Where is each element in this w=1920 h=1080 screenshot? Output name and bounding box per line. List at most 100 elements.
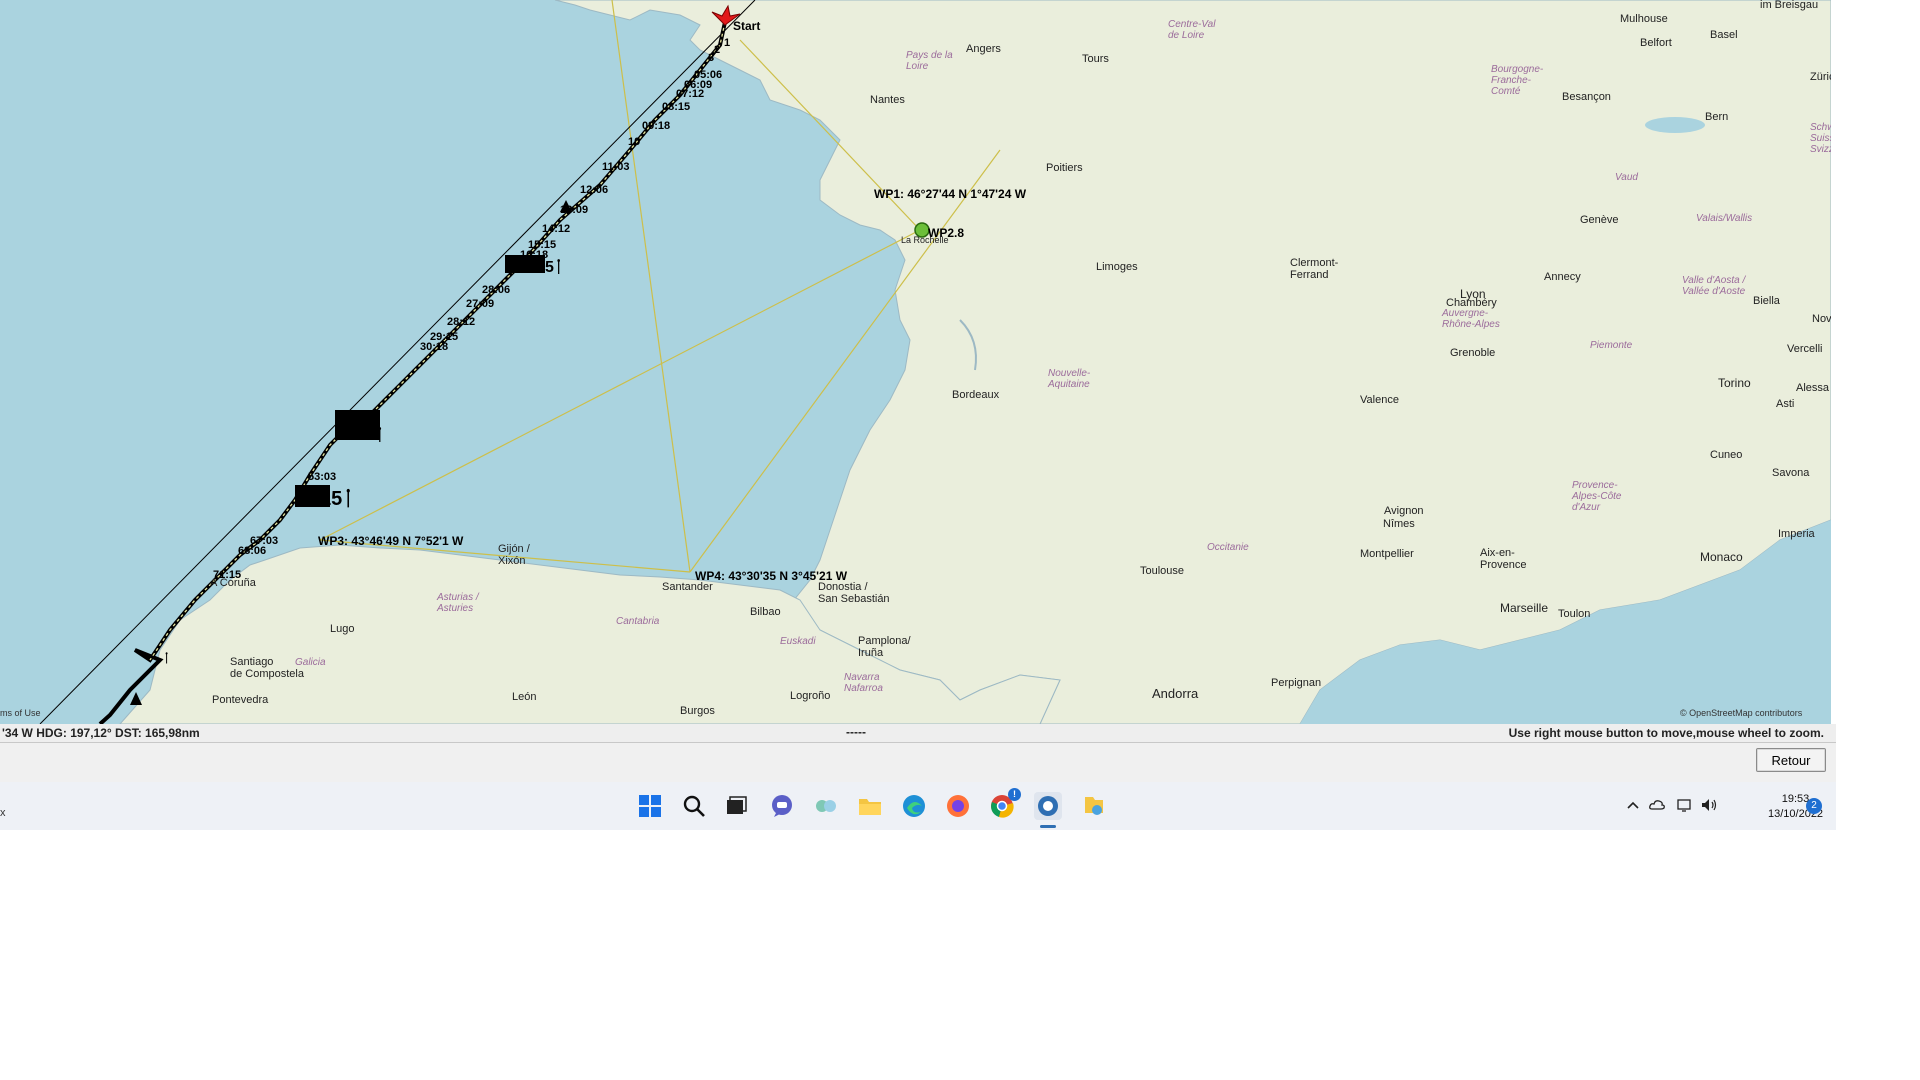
city-label: Limoges — [1096, 261, 1138, 273]
city-label: Alessa — [1796, 382, 1830, 394]
status-bar: '34 W HDG: 197,12° DST: 165,98nm ----- U… — [0, 724, 1836, 742]
start-icon[interactable] — [636, 792, 664, 820]
app-button-bar: Retour — [0, 742, 1836, 783]
city-label: Marseille — [1500, 601, 1548, 615]
city-label: Mulhouse — [1620, 13, 1668, 25]
region-label: Cantabria — [616, 616, 660, 627]
chevron-up-icon[interactable] — [1624, 796, 1642, 814]
city-label: Belfort — [1640, 37, 1672, 49]
city-label: Avignon — [1384, 505, 1424, 517]
route-time-label: 12:06 — [580, 184, 608, 196]
city-label: Annecy — [1544, 271, 1581, 283]
city-label: Biella — [1753, 295, 1781, 307]
city-label: Savona — [1772, 467, 1810, 479]
city-label: Bern — [1705, 111, 1728, 123]
city-label: Cuneo — [1710, 449, 1742, 461]
weather-app-icon[interactable] — [1080, 792, 1108, 820]
city-label: León — [512, 691, 536, 703]
route-time-label: 1 — [724, 37, 730, 49]
wp3-label: WP3: 43°46'49 N 7°52'1 W — [318, 534, 464, 548]
city-label: Andorra — [1152, 686, 1199, 701]
route-time-label: 08:15 — [662, 101, 690, 113]
region-label: Navarra Nafarroa — [844, 672, 883, 694]
city-label: Torino — [1718, 376, 1751, 390]
search-icon[interactable] — [680, 792, 708, 820]
map-usage-hint: Use right mouse button to move,mouse whe… — [1508, 726, 1824, 740]
city-label: La Rochelle — [901, 235, 949, 245]
city-label: Toulouse — [1140, 565, 1184, 577]
notification-count-badge[interactable]: 2 — [1806, 798, 1822, 814]
city-label: Perpignan — [1271, 677, 1321, 689]
route-time-label: 09:18 — [642, 120, 670, 132]
region-label: Piemonte — [1590, 340, 1633, 351]
route-time-label: 2 — [714, 44, 720, 56]
region-label: SchweiSuisse/SviSvizz — [1810, 122, 1831, 155]
active-app-indicator — [1040, 825, 1056, 828]
route-time-label: 28:12 — [447, 316, 475, 328]
route-time-label: 68:06 — [238, 545, 266, 557]
retour-button[interactable]: Retour — [1756, 748, 1826, 772]
widgets-icon[interactable] — [812, 792, 840, 820]
city-label: Santander — [662, 581, 713, 593]
city-label: Nîmes — [1383, 518, 1415, 530]
firefox-icon[interactable] — [944, 792, 972, 820]
city-label: A Coruña — [210, 577, 257, 589]
network-icon[interactable] — [1676, 796, 1694, 814]
region-label: Euskadi — [780, 636, 816, 647]
city-label: Genève — [1580, 214, 1619, 226]
route-time-label: 30:18 — [420, 341, 448, 353]
city-label: Monaco — [1700, 550, 1743, 564]
route-time-label: 14:12 — [542, 223, 570, 235]
city-label: Valence — [1360, 394, 1399, 406]
route-time-label: 13:09 — [560, 204, 588, 216]
city-label: Montpellier — [1360, 548, 1414, 560]
lake-geneva — [1645, 117, 1705, 133]
city-label: Angers — [966, 43, 1001, 55]
start-label: Start — [733, 19, 760, 33]
map-attribution[interactable]: © OpenStreetMap contributors — [1680, 708, 1803, 718]
taskbar-left-stub: x — [0, 807, 6, 819]
region-label: Galicia — [295, 657, 326, 668]
edge-browser-icon[interactable] — [900, 792, 928, 820]
city-label: Basel — [1710, 29, 1738, 41]
task-view-icon[interactable] — [722, 792, 750, 820]
svg-text:15ᛙ: 15ᛙ — [320, 488, 354, 510]
route-time-label: 3 — [708, 52, 714, 64]
region-label: Valle d'Aosta / Vallée d'Aoste — [1682, 275, 1746, 297]
route-time-label: 10 — [628, 136, 640, 148]
region-label: Valais/Wallis — [1696, 213, 1752, 224]
city-label: Tours — [1082, 53, 1109, 65]
city-label: Pontevedra — [212, 694, 269, 706]
routing-app-icon[interactable] — [1034, 792, 1062, 820]
status-separator: ----- — [846, 725, 866, 739]
city-label: Burgos — [680, 705, 715, 717]
city-label: Asti — [1776, 398, 1794, 410]
chrome-notification-badge: ! — [1008, 788, 1021, 801]
city-label: Vercelli — [1787, 343, 1822, 355]
route-time-label: 16:18 — [520, 249, 548, 261]
teams-chat-icon[interactable] — [768, 792, 796, 820]
city-label: Logroño — [790, 690, 830, 702]
city-label: Toulon — [1558, 608, 1590, 620]
terms-of-use-link[interactable]: ms of Use — [0, 708, 41, 718]
city-label: Besançon — [1562, 91, 1611, 103]
city-label: Poitiers — [1046, 162, 1083, 174]
wp1-label: WP1: 46°27'44 N 1°47'24 W — [874, 187, 1027, 201]
route-time-label: 11:03 — [602, 161, 630, 173]
file-explorer-icon[interactable] — [856, 792, 884, 820]
city-label: Imperia — [1778, 528, 1816, 540]
city-label: Bilbao — [750, 606, 781, 618]
city-label: im Breisgau — [1760, 0, 1818, 11]
city-label: Lugo — [330, 623, 354, 635]
onedrive-cloud-icon[interactable] — [1648, 796, 1666, 814]
region-label: Vaud — [1615, 172, 1638, 183]
city-label: Nantes — [870, 94, 905, 106]
route-time-label: 53:03 — [308, 471, 336, 483]
svg-text:5ᛙ: 5ᛙ — [545, 259, 564, 276]
windows-taskbar: x ! 19:53 13/10/2022 2 — [0, 782, 1836, 830]
city-label: Bordeaux — [952, 389, 1000, 401]
cursor-info: '34 W HDG: 197,12° DST: 165,98nm — [2, 726, 200, 740]
volume-icon[interactable] — [1700, 796, 1718, 814]
city-label: Zürich — [1810, 71, 1831, 83]
map-view[interactable]: 5ᛙ ᛙ 15ᛙ ᛙ Start WP1: 46°27'44 N 1°47'24… — [0, 0, 1831, 724]
